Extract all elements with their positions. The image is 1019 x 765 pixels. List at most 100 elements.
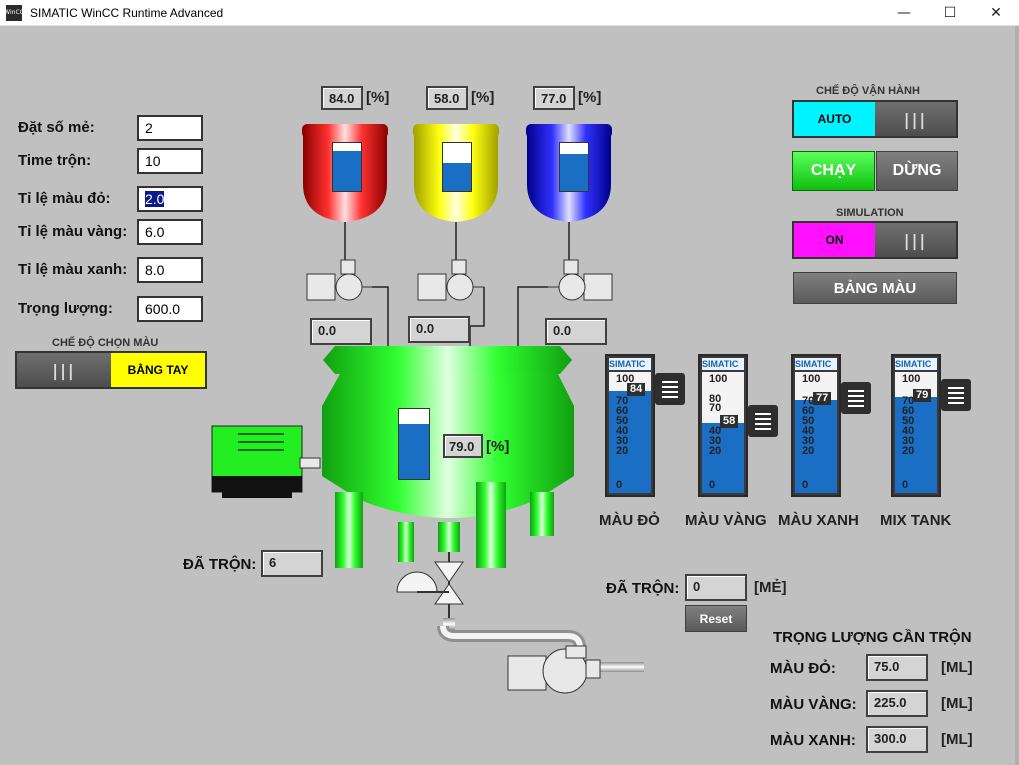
operation-mode-grip: ||| xyxy=(875,102,956,136)
thumb-grip-line xyxy=(848,405,864,407)
red-level-unit: [%] xyxy=(366,89,390,106)
mixed-batches-label: ĐÃ TRỘN: xyxy=(606,580,680,597)
thumb-grip-line xyxy=(662,386,678,388)
blue-level-value: 77.0 xyxy=(541,91,567,106)
maximize-button[interactable]: ☐ xyxy=(927,0,973,26)
slider-tick-label: 0 xyxy=(616,479,623,491)
required-yellow-output: 225.0 xyxy=(866,690,928,717)
red-flow-value: 0.0 xyxy=(318,323,337,338)
slider-tick-label: 0 xyxy=(802,479,809,491)
thumb-grip-line xyxy=(755,428,771,430)
thumb-grip-line xyxy=(848,395,864,397)
slider-3[interactable]: SIMATIC 100 70 60 50 40 30 20 0 xyxy=(791,354,841,497)
yellow-level-value: 58.0 xyxy=(434,91,460,106)
yellow-level-unit: [%] xyxy=(471,89,495,106)
operation-mode-switch[interactable]: AUTO ||| xyxy=(792,100,958,138)
red-pump xyxy=(306,259,372,301)
thumb-grip-line xyxy=(755,413,771,415)
slider-thumb[interactable] xyxy=(941,379,971,411)
mixed-batches-output: 0 xyxy=(685,574,747,601)
yellow-tank-level-gauge xyxy=(442,142,472,192)
red-level-output: 84.0 xyxy=(321,86,363,110)
mix-level-output: 79.0 xyxy=(443,434,483,458)
slider-name: MÀU ĐỎ xyxy=(599,512,660,529)
run-button[interactable]: CHẠY xyxy=(792,151,875,191)
thumb-grip-line xyxy=(848,400,864,402)
simulation-grip: ||| xyxy=(875,223,956,257)
slider-header: SIMATIC xyxy=(609,358,651,370)
simulation-on: ON xyxy=(794,223,875,257)
required-blue-label: MÀU XANH: xyxy=(770,732,856,749)
window-title: SIMATIC WinCC Runtime Advanced xyxy=(30,5,224,20)
slider-value: 84 xyxy=(627,383,646,396)
slider-name: MÀU VÀNG xyxy=(685,512,767,529)
mix-level-unit: [%] xyxy=(486,438,510,455)
thumb-grip-line xyxy=(662,396,678,398)
slider-tick-label: 20 xyxy=(709,445,722,457)
blue-tank-level-fill xyxy=(560,154,588,191)
slider-name: MÀU XANH xyxy=(778,512,859,529)
mix-tank-level-gauge xyxy=(398,408,430,480)
slider-tick-label: 100 xyxy=(802,373,821,385)
blue-level-output: 77.0 xyxy=(533,86,575,110)
slider-tick-label: 0 xyxy=(902,479,909,491)
required-red-label: MÀU ĐỎ: xyxy=(770,660,836,677)
output-pump xyxy=(507,645,601,694)
mix-level-value: 79.0 xyxy=(449,439,475,454)
slider-4[interactable]: SIMATIC 100 70 60 50 40 30 20 0 xyxy=(891,354,941,497)
thumb-grip-line xyxy=(948,387,964,389)
thumb-grip-line xyxy=(755,423,771,425)
yellow-flow-output: 0.0 xyxy=(408,316,470,343)
simulation-title: SIMULATION xyxy=(836,207,904,219)
simulation-switch[interactable]: ON ||| xyxy=(792,221,958,259)
yellow-level-output: 58.0 xyxy=(426,86,468,110)
required-blue-unit: [ML] xyxy=(941,731,973,748)
thumb-grip-line xyxy=(848,390,864,392)
slider-header: SIMATIC xyxy=(702,358,744,370)
required-red-unit: [ML] xyxy=(941,659,973,676)
slider-name: MIX TANK xyxy=(880,512,952,529)
slider-header: SIMATIC xyxy=(895,358,937,370)
required-yellow-value: 225.0 xyxy=(874,695,907,710)
required-yellow-unit: [ML] xyxy=(941,695,973,712)
operation-mode-auto: AUTO xyxy=(794,102,875,136)
slider-1[interactable]: SIMATIC 100 70 60 50 40 30 20 0 xyxy=(605,354,655,497)
required-yellow-label: MÀU VÀNG: xyxy=(770,696,857,713)
red-tank-level-fill xyxy=(333,150,361,191)
slider-tick-label: 100 xyxy=(709,373,728,385)
red-tank-level-gauge xyxy=(332,142,362,192)
thumb-grip-line xyxy=(662,391,678,393)
blue-pump xyxy=(548,259,613,301)
blue-flow-output: 0.0 xyxy=(545,318,607,345)
app-icon-text: WinCC xyxy=(4,8,24,16)
mixer-motor xyxy=(211,425,321,498)
slider-tick-label: 20 xyxy=(802,445,815,457)
blue-flow-value: 0.0 xyxy=(553,323,572,338)
required-red-value: 75.0 xyxy=(874,659,900,674)
operation-mode-title: CHẾ ĐỘ VẬN HÀNH xyxy=(816,85,920,97)
required-blue-value: 300.0 xyxy=(874,731,907,746)
required-weight-title: TRỌNG LƯỢNG CẦN TRỘN xyxy=(773,629,972,646)
window-titlebar: WinCC SIMATIC WinCC Runtime Advanced — ☐… xyxy=(0,0,1019,26)
stop-button[interactable]: DỪNG xyxy=(876,151,958,191)
reset-button[interactable]: Reset xyxy=(685,605,747,632)
slider-thumb[interactable] xyxy=(748,405,778,437)
mixed-count-value: 6 xyxy=(269,555,277,570)
minimize-button[interactable]: — xyxy=(881,0,927,26)
mixed-batches-value: 0 xyxy=(693,579,701,594)
slider-thumb[interactable] xyxy=(841,382,871,414)
mixed-count-output: 6 xyxy=(261,550,323,577)
blue-tank-level-gauge xyxy=(559,142,589,192)
mix-tank-level-fill xyxy=(399,423,429,479)
required-red-output: 75.0 xyxy=(866,654,928,681)
yellow-pump xyxy=(417,259,484,301)
slider-thumb[interactable] xyxy=(655,373,685,405)
slider-tick-label: 100 xyxy=(902,373,921,385)
close-button[interactable]: ✕ xyxy=(973,0,1019,26)
mixed-batches-unit: [MẺ] xyxy=(754,579,787,596)
thumb-grip-line xyxy=(755,418,771,420)
slider-tick-label: 0 xyxy=(709,479,716,491)
thumb-grip-line xyxy=(948,392,964,394)
red-flow-output: 0.0 xyxy=(310,318,372,345)
color-table-button[interactable]: BẢNG MÀU xyxy=(793,272,957,304)
